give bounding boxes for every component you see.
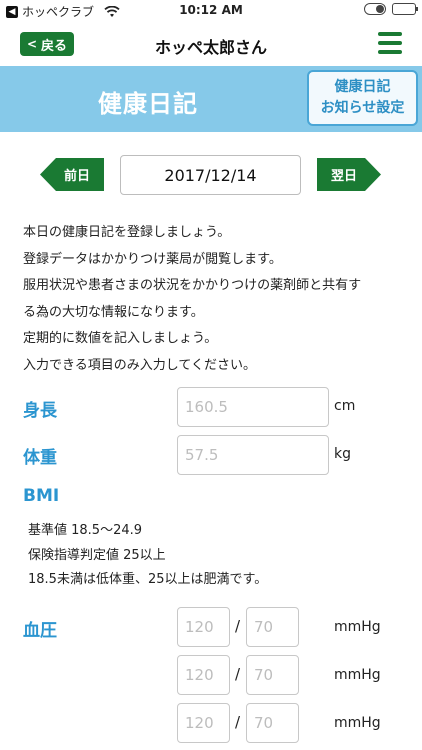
description-line: 定期的に数値を記入しましょう。 [23,331,218,346]
pressure-unit: mmHg [334,619,381,635]
height-label: 身長 [23,401,57,421]
weight-input[interactable] [177,435,329,475]
diastolic-input[interactable] [246,607,299,647]
next-day-button[interactable]: 翌日 [317,158,381,191]
bmi-label: BMI [23,486,60,506]
notification-settings-line2: お知らせ設定 [320,100,405,116]
back-button[interactable]: < 戻る [20,32,74,56]
banner-title: 健康日記 [98,90,198,118]
height-input[interactable] [177,387,329,427]
next-day-label: 翌日 [330,169,357,184]
diary-description: 本日の健康日記を登録しましょう。 登録データはかかりつけ薬局が閲覧します。 服用… [23,220,403,379]
date-value: 2017/12/14 [164,165,257,185]
systolic-input[interactable] [177,655,230,695]
previous-day-button[interactable]: 前日 [40,158,104,191]
chevron-left-icon: < [26,37,38,51]
navigation-bar: < 戻る ホッペ太郎さん [0,22,422,66]
blood-pressure-label: 血圧 [23,621,57,641]
date-field[interactable]: 2017/12/14 [120,155,301,195]
hamburger-menu-icon[interactable] [378,32,402,54]
battery-icon [392,3,418,15]
status-bar-right [364,3,418,15]
description-line: 服用状況や患者さまの状況をかかりつけの薬剤師と共有す [23,278,362,293]
diastolic-input[interactable] [246,655,299,695]
bmi-note: 基準値 18.5〜24.9 [28,523,143,538]
weight-unit: kg [334,446,351,462]
previous-day-label: 前日 [63,169,90,184]
diastolic-input[interactable] [246,703,299,743]
weight-label: 体重 [23,448,57,468]
height-unit: cm [334,398,356,414]
orientation-lock-icon [364,3,386,15]
pressure-separator: / [235,713,241,731]
description-line: る為の大切な情報になります。 [23,304,204,320]
notification-settings-button[interactable]: 健康日記 お知らせ設定 [307,70,418,126]
description-line: 登録データはかかりつけ薬局が閲覧します。 [23,251,282,267]
status-time: 10:12 AM [179,3,243,17]
bmi-notes: 基準値 18.5〜24.9 保険指導判定値 25以上 18.5未満は低体重、25… [28,519,267,593]
pressure-separator: / [235,617,241,635]
pressure-unit: mmHg [334,667,381,683]
pressure-separator: / [235,665,241,683]
description-line: 本日の健康日記を登録しましょう。 [23,225,231,240]
bmi-note: 保険指導判定値 25以上 [28,547,166,563]
notification-settings-line1: 健康日記 [334,79,391,95]
systolic-input[interactable] [177,607,230,647]
bmi-note: 18.5未満は低体重、25以上は肥満です。 [28,572,268,587]
pressure-unit: mmHg [334,715,381,731]
description-line: 入力できる項目のみ入力してください。 [23,357,256,373]
status-bar: ◀ ホッペクラブ 10:12 AM [0,0,422,22]
systolic-input[interactable] [177,703,230,743]
back-button-label: 戻る [41,38,68,54]
